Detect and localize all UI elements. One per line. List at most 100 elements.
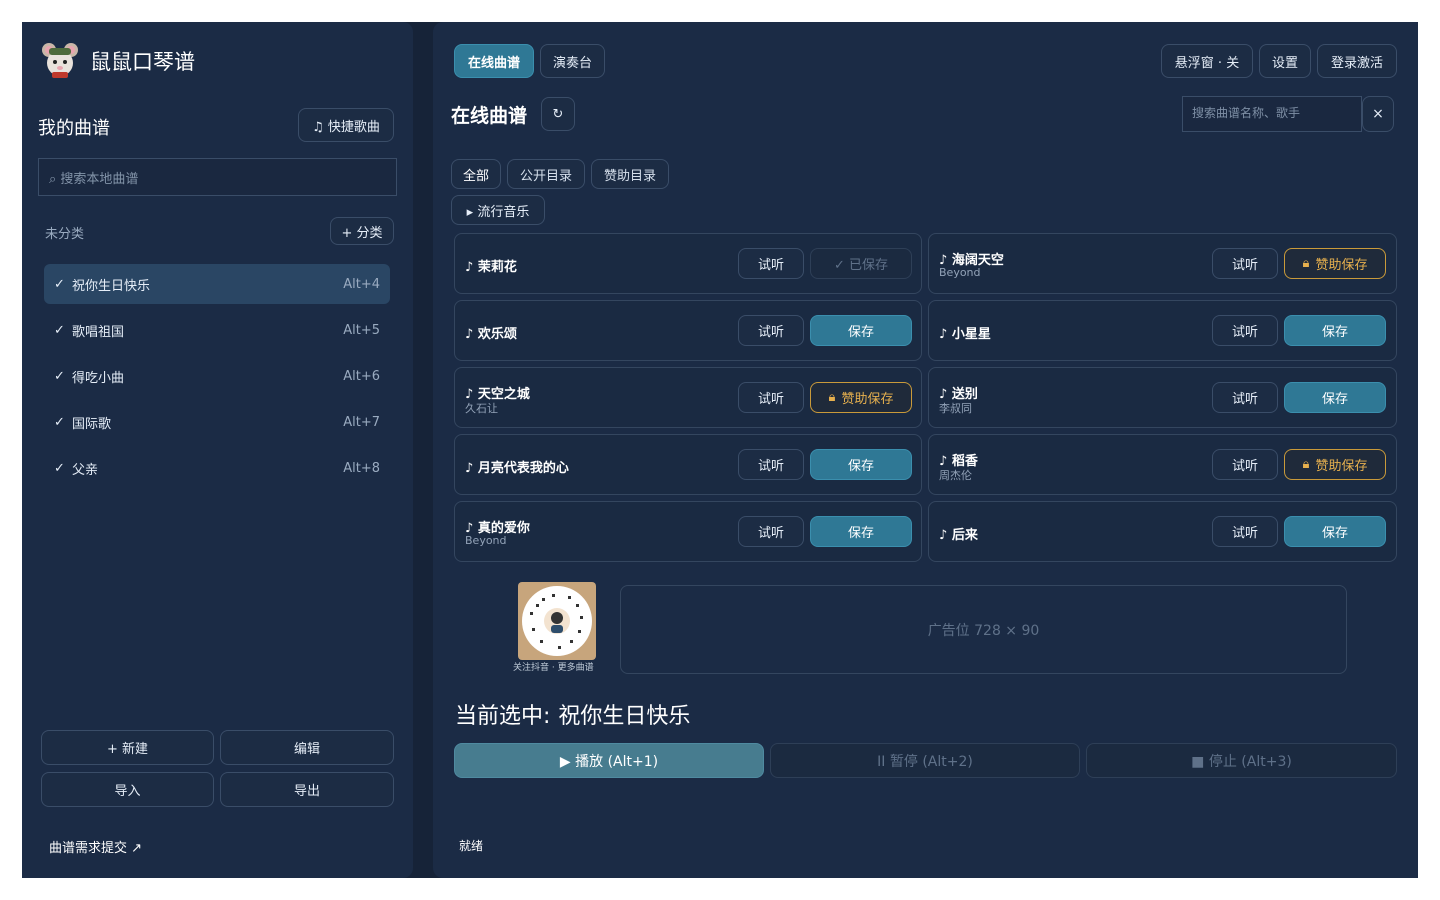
add-category-button[interactable]: + 分类 <box>330 217 394 245</box>
quick-songs-button[interactable]: ♫ 快捷歌曲 <box>298 108 394 142</box>
song-title: ♪ 茉莉花 <box>465 260 517 275</box>
sponsor-save-label: 赞助保存 <box>1315 258 1368 273</box>
listen-button[interactable]: 试听 <box>738 449 804 480</box>
sponsor-save-button[interactable]: 🔒︎ 赞助保存 <box>1284 248 1386 279</box>
refresh-icon[interactable]: ↻ <box>541 97 575 131</box>
sponsor-save-label: 赞助保存 <box>841 392 894 407</box>
local-song-name: 祝你生日快乐 <box>72 278 151 294</box>
local-song-name: 父亲 <box>72 462 99 478</box>
local-song-item[interactable]: ✓ 歌唱祖国 Alt+5 <box>44 310 390 350</box>
local-song-hotkey: Alt+6 <box>343 368 380 384</box>
filter-public[interactable]: 公开目录 <box>507 159 585 189</box>
listen-button[interactable]: 试听 <box>1212 449 1278 480</box>
clear-search-icon[interactable]: × <box>1362 96 1394 132</box>
song-card: ♪ 月亮代表我的心 试听 保存 <box>454 434 922 495</box>
current-selection-label: 当前选中: <box>455 704 551 729</box>
current-selection: 当前选中: 祝你生日快乐 <box>455 698 690 730</box>
save-button[interactable]: 保存 <box>1284 315 1386 346</box>
song-card: ♪ 送别 李叔同 试听 保存 <box>928 367 1397 428</box>
sponsor-save-label: 赞助保存 <box>1315 459 1368 474</box>
float-window-toggle[interactable]: 悬浮窗 · 关 <box>1161 44 1253 78</box>
login-activate-button[interactable]: 登录激活 <box>1317 44 1397 78</box>
category-label: 未分类 <box>45 227 85 242</box>
online-scores-title: 在线曲谱 <box>451 105 528 127</box>
song-card: ♪ 欢乐颂 试听 保存 <box>454 300 922 361</box>
qr-caption: 关注抖音 · 更多曲谱 <box>513 663 594 673</box>
edit-button[interactable]: 编辑 <box>220 730 394 765</box>
listen-button[interactable]: 试听 <box>738 382 804 413</box>
douyin-qr-code[interactable] <box>518 582 596 660</box>
sponsor-save-button[interactable]: 🔒︎ 赞助保存 <box>1284 449 1386 480</box>
listen-button[interactable]: 试听 <box>738 315 804 346</box>
song-card: ♪ 海阔天空 Beyond 试听 🔒︎ 赞助保存 <box>928 233 1397 294</box>
song-artist: 周杰伦 <box>939 469 972 482</box>
ad-slot: 广告位 728 × 90 <box>620 585 1347 674</box>
online-search-placeholder: 搜索曲谱名称、歌手 <box>1192 106 1301 120</box>
song-title: ♪ 月亮代表我的心 <box>465 461 569 476</box>
online-search-input[interactable]: 搜索曲谱名称、歌手 <box>1182 96 1362 132</box>
save-button[interactable]: 保存 <box>1284 382 1386 413</box>
sponsor-save-button[interactable]: 🔒︎ 赞助保存 <box>810 382 912 413</box>
local-song-item[interactable]: ✓ 国际歌 Alt+7 <box>44 402 390 442</box>
listen-button[interactable]: 试听 <box>738 248 804 279</box>
check-icon: ✓ <box>54 414 65 430</box>
stop-button[interactable]: ■ 停止 (Alt+3) <box>1086 743 1397 778</box>
listen-button[interactable]: 试听 <box>1212 382 1278 413</box>
pause-button[interactable]: II 暂停 (Alt+2) <box>770 743 1080 778</box>
song-artist: 久石让 <box>465 402 498 415</box>
song-title: ♪ 后来 <box>939 528 978 543</box>
current-song-name: 祝你生日快乐 <box>558 704 691 729</box>
song-card: ♪ 真的爱你 Beyond 试听 保存 <box>454 501 922 562</box>
local-search-placeholder: ⌕ 搜索本地曲谱 <box>49 171 139 187</box>
local-search-input[interactable]: ⌕ 搜索本地曲谱 <box>38 158 397 196</box>
status-text: 就绪 <box>459 839 484 853</box>
check-icon: ✓ <box>54 276 65 292</box>
export-button[interactable]: 导出 <box>220 772 394 807</box>
lock-icon: 🔒︎ <box>1302 256 1310 271</box>
settings-button[interactable]: 设置 <box>1259 44 1311 78</box>
song-card: ♪ 天空之城 久石让 试听 🔒︎ 赞助保存 <box>454 367 922 428</box>
play-button[interactable]: ▶ 播放 (Alt+1) <box>454 743 764 778</box>
local-song-name: 得吃小曲 <box>72 370 125 386</box>
ad-slot-label: 广告位 728 × 90 <box>927 622 1040 639</box>
local-song-hotkey: Alt+4 <box>343 276 380 292</box>
listen-button[interactable]: 试听 <box>1212 248 1278 279</box>
save-button[interactable]: 保存 <box>1284 516 1386 547</box>
song-artist: Beyond <box>939 266 981 279</box>
tab-performance[interactable]: 演奏台 <box>540 44 605 78</box>
local-song-item[interactable]: ✓ 父亲 Alt+8 <box>44 448 390 488</box>
song-artist: Beyond <box>465 534 507 547</box>
song-card: ♪ 茉莉花 试听 ✓ 已保存 <box>454 233 922 294</box>
app-title: 鼠鼠口琴谱 <box>90 50 195 74</box>
listen-button[interactable]: 试听 <box>1212 516 1278 547</box>
song-card: ♪ 后来 试听 保存 <box>928 501 1397 562</box>
app-logo <box>40 40 80 80</box>
tab-online-scores[interactable]: 在线曲谱 <box>454 44 534 78</box>
filter-sponsor[interactable]: 赞助目录 <box>591 159 669 189</box>
request-link[interactable]: 曲谱需求提交 ↗ <box>49 837 142 856</box>
new-button[interactable]: + 新建 <box>41 730 214 765</box>
check-icon: ✓ <box>54 368 65 384</box>
listen-button[interactable]: 试听 <box>738 516 804 547</box>
lock-icon: 🔒︎ <box>1302 457 1310 472</box>
saved-button[interactable]: ✓ 已保存 <box>810 248 912 279</box>
save-button[interactable]: 保存 <box>810 516 912 547</box>
local-song-name: 国际歌 <box>72 416 112 432</box>
song-title: ♪ 小星星 <box>939 327 991 342</box>
listen-button[interactable]: 试听 <box>1212 315 1278 346</box>
import-button[interactable]: 导入 <box>41 772 214 807</box>
save-button[interactable]: 保存 <box>810 315 912 346</box>
filter-all[interactable]: 全部 <box>451 159 501 189</box>
lock-icon: 🔒︎ <box>828 390 836 405</box>
check-icon: ✓ <box>54 322 65 338</box>
song-card: ♪ 稻香 周杰伦 试听 🔒︎ 赞助保存 <box>928 434 1397 495</box>
local-song-hotkey: Alt+5 <box>343 322 380 338</box>
local-song-hotkey: Alt+8 <box>343 460 380 476</box>
song-artist: 李叔同 <box>939 402 972 415</box>
local-song-item[interactable]: ✓ 祝你生日快乐 Alt+4 <box>44 264 390 304</box>
save-button[interactable]: 保存 <box>810 449 912 480</box>
local-song-item[interactable]: ✓ 得吃小曲 Alt+6 <box>44 356 390 396</box>
category-pop-music[interactable]: ▸ 流行音乐 <box>451 195 545 225</box>
local-song-hotkey: Alt+7 <box>343 414 380 430</box>
check-icon: ✓ <box>54 460 65 476</box>
